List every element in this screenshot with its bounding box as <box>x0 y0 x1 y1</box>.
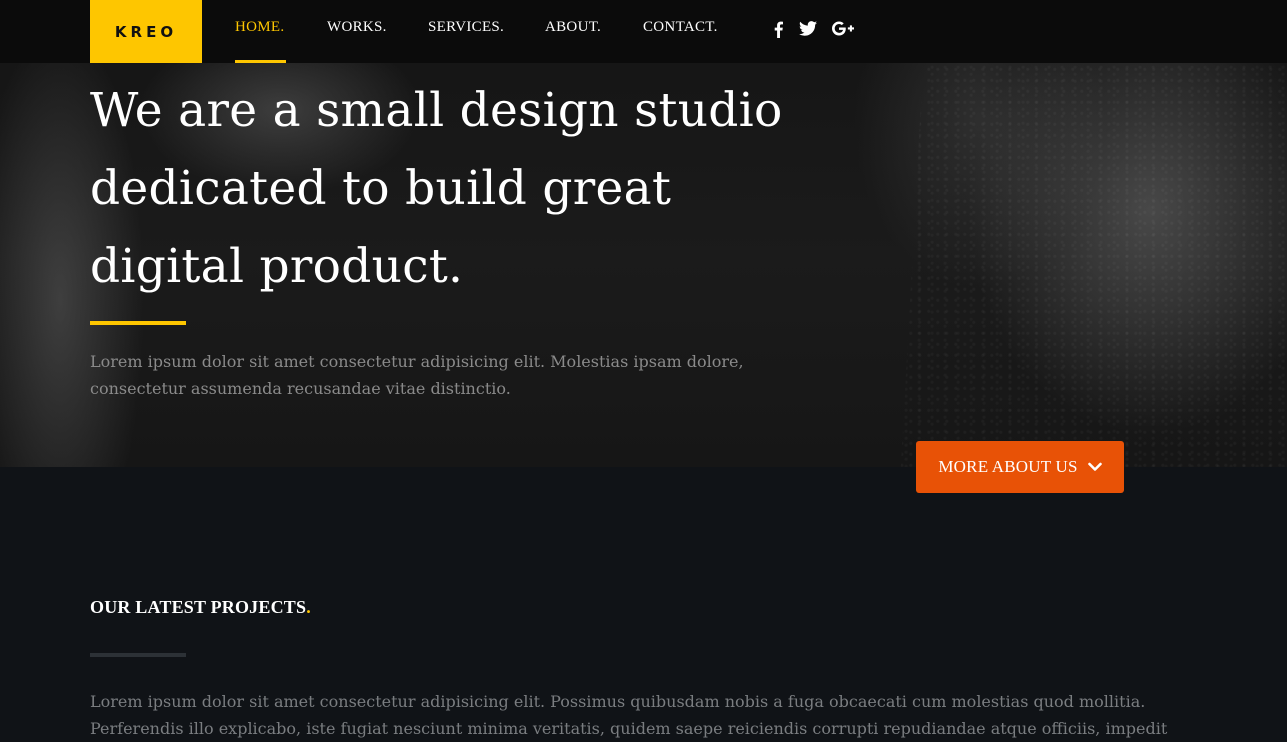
nav-item-services[interactable]: SERVICES. <box>428 19 504 36</box>
nav-item-works[interactable]: WORKS. <box>327 19 387 36</box>
hero-text-line: Lorem ipsum dolor sit amet consectetur a… <box>90 352 744 371</box>
section-text-line: Lorem ipsum dolor sit amet consectetur a… <box>90 692 1146 711</box>
button-label: MORE ABOUT US <box>938 457 1078 476</box>
headline-line: We are a small design studio <box>90 83 783 138</box>
hero-text-line: consectetur assumenda recusandae vitae d… <box>90 379 511 398</box>
section-title: OUR LATEST PROJECTS. <box>90 597 311 618</box>
google-plus-icon[interactable] <box>832 21 854 36</box>
chevron-down-icon <box>1087 462 1102 472</box>
more-about-us-button[interactable]: MORE ABOUT US <box>916 441 1124 493</box>
nav-item-about[interactable]: ABOUT. <box>545 19 601 36</box>
section-text-line: Perferendis illo explicabo, iste fugiat … <box>90 719 1168 738</box>
nav-item-contact[interactable]: CONTACT. <box>643 19 718 36</box>
headline-line: digital product. <box>90 239 464 294</box>
logo[interactable]: KREO <box>90 0 202 63</box>
section-title-dot: . <box>306 597 311 617</box>
section-divider <box>90 653 186 657</box>
hero-description: Lorem ipsum dolor sit amet consectetur a… <box>90 348 780 402</box>
section-title-text: OUR LATEST PROJECTS <box>90 597 307 617</box>
headline-line: dedicated to build great <box>90 161 672 216</box>
active-nav-indicator <box>235 60 286 63</box>
hero-headline: We are a small design studio dedicated t… <box>90 72 810 306</box>
navbar: KREO HOME. WORKS. SERVICES. ABOUT. CONTA… <box>0 0 1287 63</box>
nav-item-home[interactable]: HOME. <box>235 19 284 36</box>
twitter-icon[interactable] <box>799 21 817 36</box>
facebook-icon[interactable] <box>773 21 784 38</box>
section-description: Lorem ipsum dolor sit amet consectetur a… <box>90 688 1170 742</box>
hero-divider <box>90 321 186 325</box>
hero-section: We are a small design studio dedicated t… <box>0 0 1287 467</box>
